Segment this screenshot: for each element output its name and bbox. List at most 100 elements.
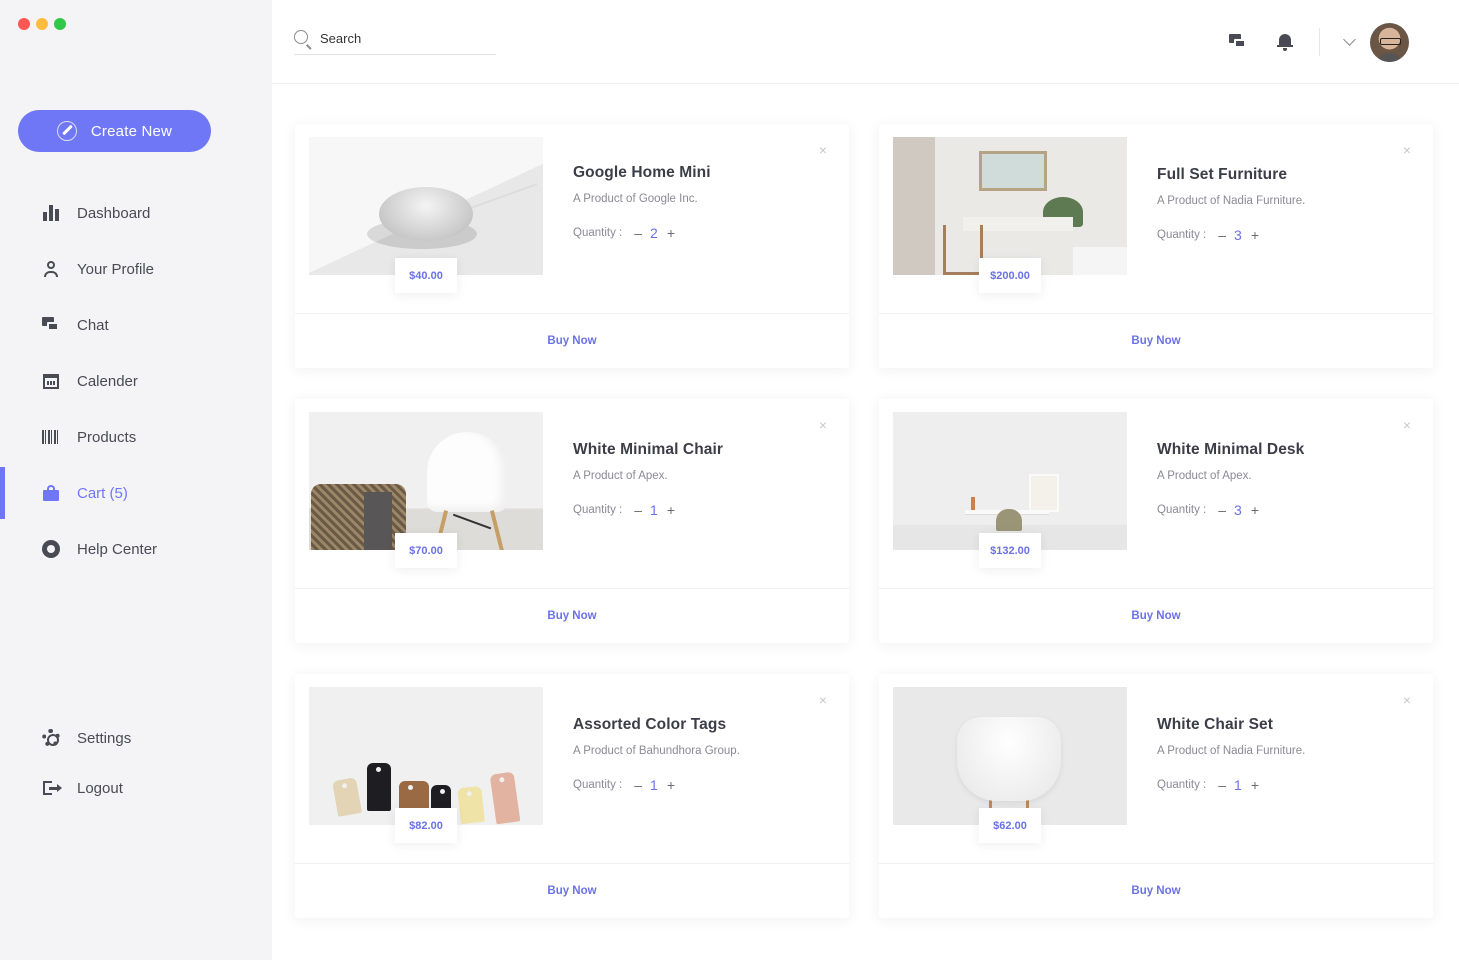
user-icon: [42, 260, 60, 278]
search-input[interactable]: [320, 28, 490, 48]
top-header: [272, 0, 1459, 84]
buy-now-button[interactable]: Buy Now: [879, 314, 1433, 368]
increment-button[interactable]: +: [667, 777, 675, 793]
quantity-stepper: Quantity : – 2 +: [573, 225, 685, 241]
product-image: [309, 137, 543, 275]
maximize-window-button[interactable]: [54, 18, 66, 30]
cart-item-card: $70.00 × White Minimal Chair A Product o…: [295, 399, 849, 643]
remove-item-icon[interactable]: ×: [1403, 142, 1411, 158]
quantity-label: Quantity :: [573, 227, 623, 239]
buy-now-button[interactable]: Buy Now: [295, 314, 849, 368]
messages-icon[interactable]: [1229, 33, 1247, 51]
bar-chart-icon: [42, 204, 60, 222]
quantity-stepper: Quantity : – 3 +: [1157, 502, 1269, 518]
decrement-button[interactable]: –: [634, 502, 642, 518]
buy-now-button[interactable]: Buy Now: [879, 864, 1433, 918]
chat-icon: [42, 316, 60, 334]
price-badge: $132.00: [979, 533, 1041, 568]
product-image: [309, 412, 543, 550]
sidebar-item-logout[interactable]: Logout: [0, 763, 272, 813]
quantity-value: 3: [1234, 502, 1242, 518]
increment-button[interactable]: +: [1251, 777, 1259, 793]
decrement-button[interactable]: –: [634, 777, 642, 793]
cart-item-card: $40.00 × Google Home Mini A Product of G…: [295, 124, 849, 368]
chevron-down-icon[interactable]: [1343, 33, 1356, 46]
create-new-label: Create New: [90, 122, 173, 140]
increment-button[interactable]: +: [1251, 502, 1259, 518]
calendar-icon: [42, 372, 60, 390]
remove-item-icon[interactable]: ×: [819, 417, 827, 433]
sidebar-item-label: Cart (5): [77, 484, 128, 502]
increment-button[interactable]: +: [1251, 227, 1259, 243]
buy-now-button[interactable]: Buy Now: [879, 589, 1433, 643]
remove-item-icon[interactable]: ×: [1403, 417, 1411, 433]
sidebar-item-products[interactable]: Products: [0, 409, 272, 465]
quantity-stepper: Quantity : – 1 +: [1157, 777, 1269, 793]
avatar[interactable]: [1370, 23, 1409, 62]
barcode-icon: [42, 430, 60, 444]
search-icon: [294, 30, 308, 44]
cart-item-card: $62.00 × White Chair Set A Product of Na…: [879, 674, 1433, 918]
sidebar-item-calendar[interactable]: Calender: [0, 353, 272, 409]
sidebar-item-chat[interactable]: Chat: [0, 297, 272, 353]
shopping-bag-icon: [42, 484, 60, 502]
price-badge: $40.00: [395, 258, 457, 293]
quantity-value: 1: [1234, 777, 1242, 793]
quantity-stepper: Quantity : – 1 +: [573, 502, 685, 518]
cart-item-card: $200.00 × Full Set Furniture A Product o…: [879, 124, 1433, 368]
product-subtitle: A Product of Apex.: [573, 470, 668, 482]
sidebar-item-label: Your Profile: [77, 260, 154, 278]
sidebar-bottom-nav: Settings Logout: [0, 713, 272, 813]
price-badge: $62.00: [979, 808, 1041, 843]
sidebar-item-label: Dashboard: [77, 204, 151, 222]
remove-item-icon[interactable]: ×: [819, 692, 827, 708]
logout-icon: [42, 779, 62, 797]
sidebar-item-help-center[interactable]: Help Center: [0, 521, 272, 577]
window-controls: [18, 18, 66, 30]
lifebuoy-icon: [42, 540, 60, 558]
sidebar-item-label: Settings: [77, 729, 132, 747]
remove-item-icon[interactable]: ×: [1403, 692, 1411, 708]
price-badge: $82.00: [395, 808, 457, 843]
quantity-label: Quantity :: [1157, 504, 1207, 516]
product-title: White Minimal Desk: [1157, 441, 1305, 458]
sidebar-item-profile[interactable]: Your Profile: [0, 241, 272, 297]
quantity-value: 2: [650, 225, 658, 241]
sidebar-item-settings[interactable]: Settings: [0, 713, 272, 763]
quantity-label: Quantity :: [573, 504, 623, 516]
create-new-button[interactable]: Create New: [18, 110, 211, 152]
product-image: [893, 412, 1127, 550]
product-subtitle: A Product of Apex.: [1157, 470, 1252, 482]
cart-item-card: $132.00 × White Minimal Desk A Product o…: [879, 399, 1433, 643]
price-badge: $70.00: [395, 533, 457, 568]
sidebar-nav: Dashboard Your Profile Chat Calender Pro…: [0, 185, 272, 577]
buy-now-button[interactable]: Buy Now: [295, 589, 849, 643]
decrement-button[interactable]: –: [634, 225, 642, 241]
bell-icon[interactable]: [1276, 33, 1294, 51]
product-subtitle: A Product of Nadia Furniture.: [1157, 195, 1306, 207]
decrement-button[interactable]: –: [1218, 502, 1226, 518]
increment-button[interactable]: +: [667, 502, 675, 518]
increment-button[interactable]: +: [667, 225, 675, 241]
buy-now-button[interactable]: Buy Now: [295, 864, 849, 918]
gear-icon: [42, 729, 60, 747]
product-title: White Chair Set: [1157, 716, 1274, 733]
quantity-stepper: Quantity : – 3 +: [1157, 227, 1269, 243]
decrement-button[interactable]: –: [1218, 777, 1226, 793]
quantity-stepper: Quantity : – 1 +: [573, 777, 685, 793]
product-title: Google Home Mini: [573, 164, 711, 181]
quantity-value: 1: [650, 777, 658, 793]
sidebar-item-label: Help Center: [77, 540, 158, 558]
product-image: [893, 137, 1127, 275]
minimize-window-button[interactable]: [36, 18, 48, 30]
sidebar-item-label: Products: [77, 428, 137, 446]
sidebar-item-dashboard[interactable]: Dashboard: [0, 185, 272, 241]
remove-item-icon[interactable]: ×: [819, 142, 827, 158]
product-image: [893, 687, 1127, 825]
header-divider: [1319, 28, 1320, 56]
sidebar-item-label: Chat: [77, 316, 109, 334]
close-window-button[interactable]: [18, 18, 30, 30]
decrement-button[interactable]: –: [1218, 227, 1226, 243]
product-title: Assorted Color Tags: [573, 716, 727, 733]
sidebar-item-cart[interactable]: Cart (5): [0, 465, 272, 521]
